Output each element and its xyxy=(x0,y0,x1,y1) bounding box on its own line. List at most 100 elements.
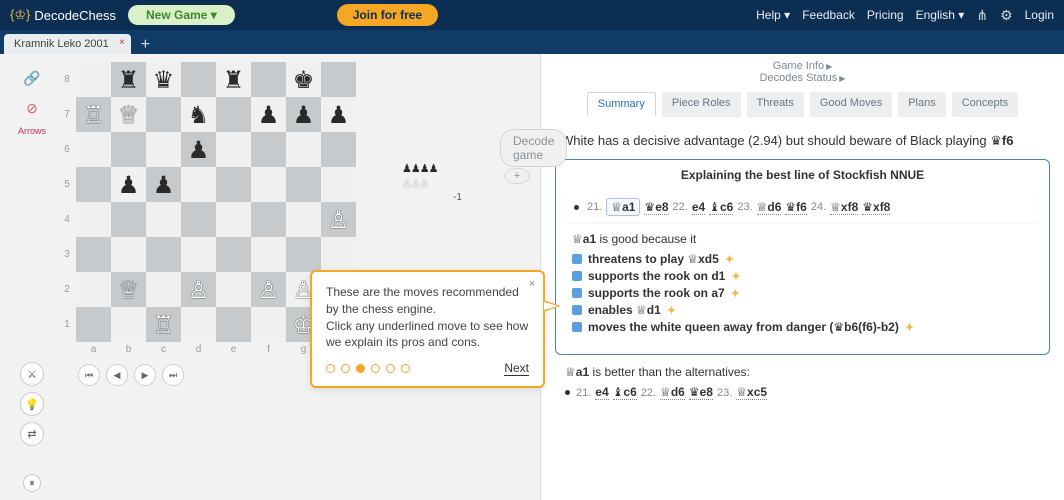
move[interactable]: ♛e8 xyxy=(689,385,713,400)
square-e5[interactable] xyxy=(216,167,251,202)
square-f6[interactable] xyxy=(251,132,286,167)
square-a5[interactable] xyxy=(76,167,111,202)
new-game-button[interactable]: New Game ▾ xyxy=(128,5,235,25)
square-f5[interactable] xyxy=(251,167,286,202)
pricing-link[interactable]: Pricing xyxy=(867,8,904,22)
move[interactable]: ♝c6 xyxy=(709,200,733,215)
reason-item[interactable]: supports the rook on d1✦ xyxy=(572,269,1033,283)
square-b3[interactable] xyxy=(111,237,146,272)
reason-item[interactable]: enables ♕d1✦ xyxy=(572,303,1033,317)
move[interactable]: ♕d6 xyxy=(660,385,685,400)
feedback-link[interactable]: Feedback xyxy=(802,8,855,22)
move[interactable]: ♝c6 xyxy=(613,385,637,400)
decode-game-button[interactable]: Decode game+ xyxy=(500,129,567,184)
close-icon[interactable]: × xyxy=(529,278,535,290)
forbid-icon[interactable]: ⊘ xyxy=(20,96,44,120)
square-c8[interactable]: ♛ xyxy=(146,62,181,97)
square-a6[interactable] xyxy=(76,132,111,167)
tab-concepts[interactable]: Concepts xyxy=(952,92,1018,117)
square-c4[interactable] xyxy=(146,202,181,237)
reason-item[interactable]: moves the white queen away from danger (… xyxy=(572,320,1033,334)
square-b2[interactable]: ♕ xyxy=(111,272,146,307)
link-icon[interactable]: 🔗 xyxy=(20,66,44,90)
next-move-button[interactable]: ▶ xyxy=(134,364,156,386)
square-d5[interactable] xyxy=(181,167,216,202)
square-g5[interactable] xyxy=(286,167,321,202)
square-b1[interactable] xyxy=(111,307,146,342)
lightbulb-icon[interactable]: 💡 xyxy=(20,392,44,416)
move[interactable]: e4 xyxy=(692,200,705,215)
square-h7[interactable]: ♟ xyxy=(321,97,356,132)
move[interactable]: ♕xc5 xyxy=(736,385,767,400)
square-b7[interactable]: ♕ xyxy=(111,97,146,132)
decodes-status-toggle[interactable]: Decodes Status▶ xyxy=(553,72,1052,84)
move[interactable]: ♛e8 xyxy=(644,200,668,215)
close-icon[interactable]: × xyxy=(119,37,125,48)
square-a8[interactable] xyxy=(76,62,111,97)
square-c7[interactable] xyxy=(146,97,181,132)
square-a1[interactable] xyxy=(76,307,111,342)
square-c5[interactable]: ♟ xyxy=(146,167,181,202)
prev-move-button[interactable]: ◀ xyxy=(106,364,128,386)
next-button[interactable]: Next xyxy=(504,361,529,376)
square-f3[interactable] xyxy=(251,237,286,272)
square-d1[interactable] xyxy=(181,307,216,342)
square-h4[interactable]: ♙ xyxy=(321,202,356,237)
gear-icon[interactable]: ⚙ xyxy=(1000,7,1013,24)
tab-plans[interactable]: Plans xyxy=(898,92,946,117)
move[interactable]: e4 xyxy=(595,385,608,400)
square-g6[interactable] xyxy=(286,132,321,167)
help-link[interactable]: Help ▾ xyxy=(756,8,790,22)
square-h3[interactable] xyxy=(321,237,356,272)
game-info-toggle[interactable]: Game Info▶ xyxy=(553,60,1052,72)
last-move-button[interactable]: ⏭ xyxy=(162,364,184,386)
square-e1[interactable] xyxy=(216,307,251,342)
square-f2[interactable]: ♙ xyxy=(251,272,286,307)
square-c3[interactable] xyxy=(146,237,181,272)
move[interactable]: ♛f6 xyxy=(785,200,806,215)
plus-icon[interactable]: + xyxy=(504,168,530,184)
square-a4[interactable] xyxy=(76,202,111,237)
square-f7[interactable]: ♟ xyxy=(251,97,286,132)
square-b4[interactable] xyxy=(111,202,146,237)
square-h8[interactable] xyxy=(321,62,356,97)
square-e2[interactable] xyxy=(216,272,251,307)
square-c6[interactable] xyxy=(146,132,181,167)
square-f4[interactable] xyxy=(251,202,286,237)
square-a7[interactable]: ♖ xyxy=(76,97,111,132)
move[interactable]: ♛xf8 xyxy=(862,200,890,215)
pause-icon[interactable]: ⏸ xyxy=(23,474,41,492)
reason-item[interactable]: threatens to play ♕xd5✦ xyxy=(572,252,1033,266)
square-h6[interactable] xyxy=(321,132,356,167)
game-tab[interactable]: Kramnik Leko 2001 × xyxy=(4,34,131,54)
square-e6[interactable] xyxy=(216,132,251,167)
first-move-button[interactable]: ⏮ xyxy=(78,364,100,386)
square-e8[interactable]: ♜ xyxy=(216,62,251,97)
square-e3[interactable] xyxy=(216,237,251,272)
language-select[interactable]: English ▾ xyxy=(916,8,965,22)
logo[interactable]: {♔} DecodeChess xyxy=(10,7,116,23)
square-g3[interactable] xyxy=(286,237,321,272)
tab-threats[interactable]: Threats xyxy=(747,92,804,117)
login-link[interactable]: Login xyxy=(1025,8,1054,22)
add-tab-button[interactable]: + xyxy=(141,36,150,54)
square-b8[interactable]: ♜ xyxy=(111,62,146,97)
tab-summary[interactable]: Summary xyxy=(587,92,656,117)
square-b6[interactable] xyxy=(111,132,146,167)
square-d4[interactable] xyxy=(181,202,216,237)
square-d8[interactable] xyxy=(181,62,216,97)
square-d7[interactable]: ♞ xyxy=(181,97,216,132)
square-c1[interactable]: ♖ xyxy=(146,307,181,342)
square-b5[interactable]: ♟ xyxy=(111,167,146,202)
swords-icon[interactable]: ⚔ xyxy=(20,362,44,386)
square-d6[interactable]: ♟ xyxy=(181,132,216,167)
square-f8[interactable] xyxy=(251,62,286,97)
square-e7[interactable] xyxy=(216,97,251,132)
square-e4[interactable] xyxy=(216,202,251,237)
square-c2[interactable] xyxy=(146,272,181,307)
square-a3[interactable] xyxy=(76,237,111,272)
square-g4[interactable] xyxy=(286,202,321,237)
tab-piece-roles[interactable]: Piece Roles xyxy=(662,92,741,117)
square-d3[interactable] xyxy=(181,237,216,272)
square-g8[interactable]: ♚ xyxy=(286,62,321,97)
